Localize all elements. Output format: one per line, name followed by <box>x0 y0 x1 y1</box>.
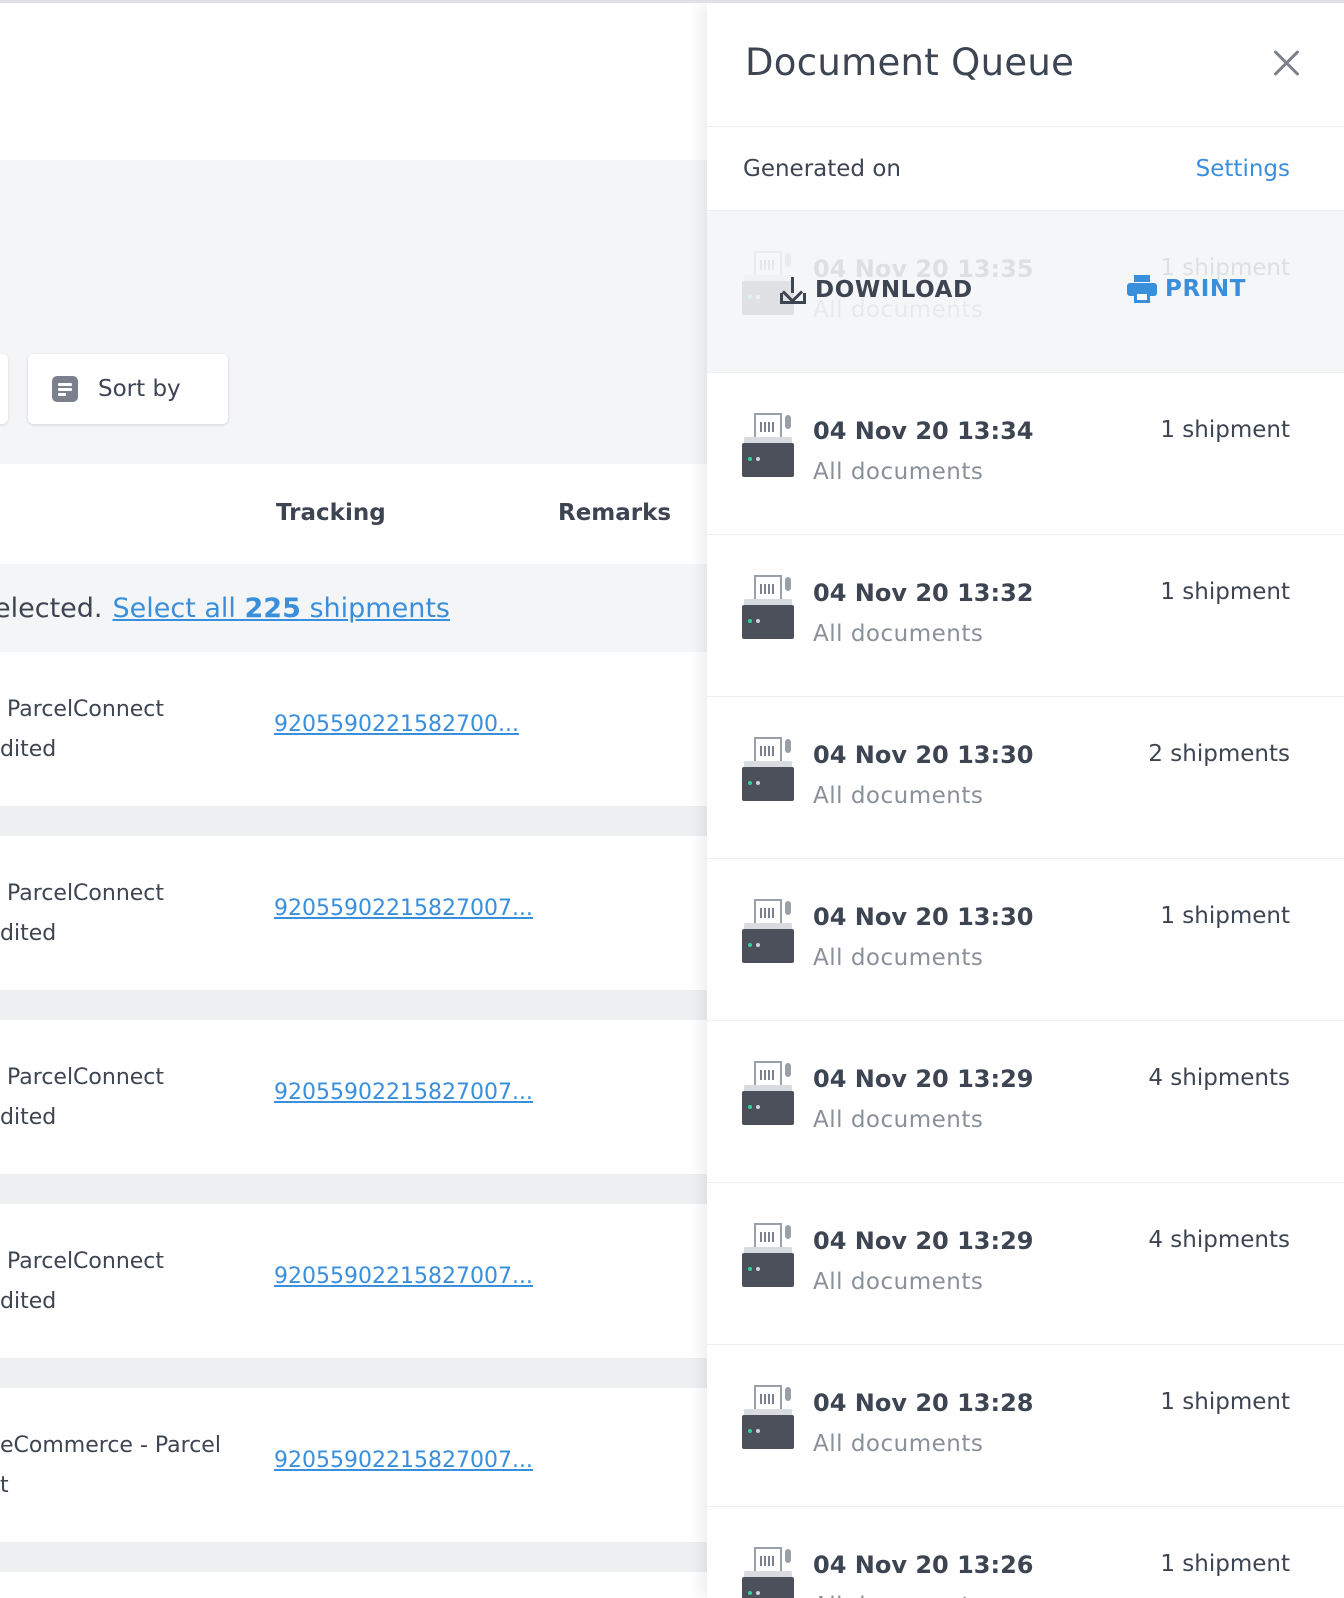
queue-item-count: 1 shipment <box>1160 1389 1290 1415</box>
queue-item-date: 04 Nov 20 13:32 <box>813 579 1034 607</box>
printer-icon <box>742 1061 794 1125</box>
queue-item-date: 04 Nov 20 13:30 <box>813 903 1034 931</box>
table-row[interactable]: ParcelConnect dited 92055902215827007... <box>0 1020 720 1174</box>
queue-item[interactable]: 04 Nov 20 13:34 All documents 1 shipment <box>707 373 1344 535</box>
selection-text: elected. <box>0 592 103 624</box>
queue-item[interactable]: 04 Nov 20 13:30 All documents 1 shipment <box>707 859 1344 1021</box>
queue-item-docs: All documents <box>813 459 984 485</box>
row-divider <box>0 806 720 836</box>
generated-on-label: Generated on <box>743 156 901 182</box>
select-all-link[interactable]: Select all 225 shipments <box>113 593 450 624</box>
row-divider <box>0 990 720 1020</box>
queue-item-docs: All documents <box>813 783 984 809</box>
tracking-link[interactable]: 92055902215827007... <box>274 1080 533 1105</box>
download-label: DOWNLOAD <box>815 277 973 303</box>
printer-icon <box>742 575 794 639</box>
queue-item[interactable]: 04 Nov 20 13:29 All documents 4 shipment… <box>707 1183 1344 1345</box>
queue-item-date: 04 Nov 20 13:34 <box>813 417 1034 445</box>
queue-item-date: 04 Nov 20 13:28 <box>813 1389 1034 1417</box>
carrier-cell: ParcelConnect dited <box>0 697 165 762</box>
select-all-suffix: shipments <box>300 592 450 624</box>
tracking-link[interactable]: 92055902215827007... <box>274 1264 533 1289</box>
tracking-link[interactable]: 92055902215827007... <box>274 1448 533 1473</box>
column-header-remarks[interactable]: Remarks <box>558 500 671 526</box>
queue-item-docs: All documents <box>813 1269 984 1295</box>
selection-banner: elected. Select all 225 shipments <box>0 564 720 652</box>
queue-item-count: 1 shipment <box>1160 903 1290 929</box>
queue-item-count: 1 shipment <box>1160 1551 1290 1577</box>
sort-by-label: Sort by <box>98 376 181 402</box>
printer-icon <box>742 1547 794 1598</box>
queue-item[interactable]: 04 Nov 20 13:32 All documents 1 shipment <box>707 535 1344 697</box>
queue-item-docs: All documents <box>813 1431 984 1457</box>
queue-item[interactable]: 04 Nov 20 13:29 All documents 4 shipment… <box>707 1021 1344 1183</box>
queue-item-docs: All documents <box>813 1593 983 1598</box>
drawer-header: Document Queue <box>707 3 1344 127</box>
printer-icon <box>742 1223 794 1287</box>
queue-item-docs: All documents <box>813 945 984 971</box>
queue-list: 04 Nov 20 13:34 All documents 1 shipment… <box>707 373 1344 1598</box>
row-divider <box>0 1542 720 1572</box>
column-header-tracking[interactable]: Tracking <box>276 500 386 526</box>
tracking-link[interactable]: 9205590221582700... <box>274 712 519 737</box>
download-icon <box>779 275 807 305</box>
top-border <box>0 0 1344 3</box>
row-divider <box>0 1358 720 1388</box>
queue-item-date: 04 Nov 20 13:29 <box>813 1065 1034 1093</box>
queue-item-count: 1 shipment <box>1160 579 1290 605</box>
queue-item-count: 4 shipments <box>1148 1227 1290 1253</box>
printer-icon <box>742 1385 794 1449</box>
print-button[interactable]: PRINT <box>1127 275 1246 303</box>
carrier-cell: ParcelConnect dited <box>0 1249 165 1314</box>
table-row[interactable]: ParcelConnect dited 9205590221582700... <box>0 652 720 806</box>
drawer-title: Document Queue <box>745 41 1075 84</box>
queue-item-actions: DOWNLOAD PRINT <box>707 211 1344 372</box>
filter-button[interactable] <box>0 354 8 424</box>
queue-item[interactable]: 04 Nov 20 13:28 All documents 1 shipment <box>707 1345 1344 1507</box>
drawer-subheader: Generated on Settings <box>707 127 1344 211</box>
queue-item-count: 2 shipments <box>1148 741 1290 767</box>
settings-link[interactable]: Settings <box>1196 156 1290 182</box>
document-queue-drawer: Document Queue Generated on Settings 04 … <box>707 3 1344 1598</box>
table-row[interactable]: eCommerce - Parcel t 92055902215827007..… <box>0 1388 720 1542</box>
printer-icon <box>742 737 794 801</box>
row-divider <box>0 1174 720 1204</box>
select-all-count: 225 <box>244 592 301 624</box>
table-row[interactable] <box>0 1572 720 1598</box>
queue-item[interactable]: 04 Nov 20 13:30 All documents 2 shipment… <box>707 697 1344 859</box>
queue-item-docs: All documents <box>813 1107 984 1133</box>
shipments-page: Sort by Tracking Remarks elected. Select… <box>0 0 720 1598</box>
page-header <box>0 3 720 160</box>
table-header: Tracking Remarks <box>0 464 720 564</box>
table-row[interactable]: ParcelConnect dited 92055902215827007... <box>0 836 720 990</box>
carrier-cell: eCommerce - Parcel t <box>0 1433 221 1498</box>
sort-icon <box>52 376 78 402</box>
queue-item-date: 04 Nov 20 13:30 <box>813 741 1034 769</box>
select-all-prefix: Select all <box>112 592 245 624</box>
printer-icon <box>742 413 794 477</box>
queue-item-hovered[interactable]: 04 Nov 20 13:35 All documents 1 shipment… <box>707 211 1344 373</box>
download-button[interactable]: DOWNLOAD <box>779 275 973 305</box>
queue-item[interactable]: 04 Nov 20 13:26 All documents 1 shipment <box>707 1507 1344 1598</box>
print-icon <box>1127 275 1157 303</box>
sort-by-button[interactable]: Sort by <box>28 354 228 424</box>
printer-icon <box>742 899 794 963</box>
carrier-cell: ParcelConnect dited <box>0 1065 165 1130</box>
queue-item-docs: All documents <box>813 621 984 647</box>
queue-item-date: 04 Nov 20 13:26 <box>813 1551 1034 1579</box>
print-label: PRINT <box>1165 276 1247 302</box>
tracking-link[interactable]: 92055902215827007... <box>274 896 533 921</box>
carrier-cell: ParcelConnect dited <box>0 881 165 946</box>
queue-item-count: 1 shipment <box>1160 417 1290 443</box>
queue-item-count: 4 shipments <box>1148 1065 1290 1091</box>
queue-item-date: 04 Nov 20 13:29 <box>813 1227 1034 1255</box>
close-icon[interactable] <box>1272 49 1300 77</box>
table-row[interactable]: ParcelConnect dited 92055902215827007... <box>0 1204 720 1358</box>
